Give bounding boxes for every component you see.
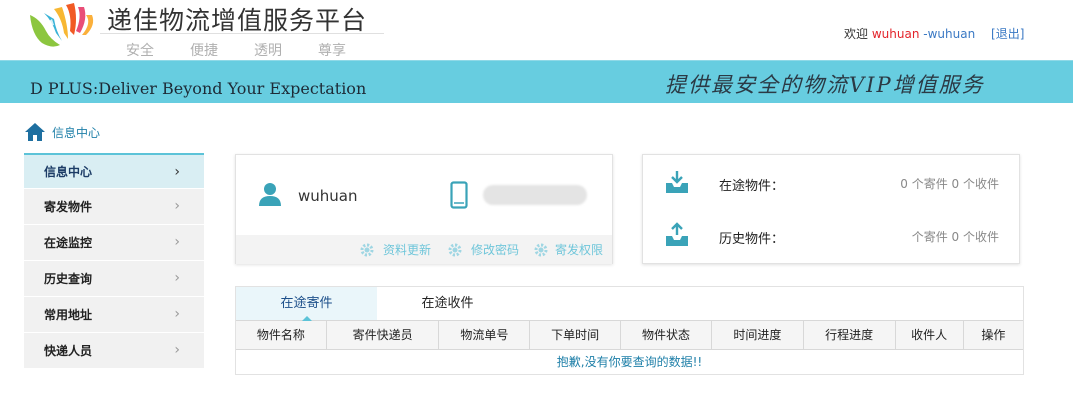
sidebar-item-history[interactable]: 历史查询 › (24, 261, 204, 297)
banner-tagline: D PLUS:Deliver Beyond Your Expectation (30, 79, 367, 98)
tab-in-transit-received[interactable]: 在途收件 (377, 287, 518, 320)
logout-link[interactable]: [退出] (991, 27, 1024, 41)
user-area: 欢迎 wuhuan -wuhuan [退出] (844, 25, 1024, 42)
gear-icon (360, 243, 374, 256)
column-header: 下单时间 (530, 321, 622, 350)
welcome-text: 欢迎 (844, 27, 869, 41)
user-card: wuhuan 资料更新 修改密码 寄发权限 (235, 154, 613, 264)
tab-bar: 在途寄件 在途收件 (236, 287, 1023, 321)
phone-number-redacted (483, 185, 587, 205)
sidebar-item-label: 信息中心 (44, 165, 93, 179)
sidebar-item-info-center[interactable]: 信息中心 › (24, 153, 204, 189)
home-icon[interactable] (24, 122, 46, 142)
slogan-transparent: 透明 (254, 43, 282, 59)
history-row[interactable]: 历史物件： 个寄件 0 个收件 (643, 210, 1019, 265)
gear-icon (448, 243, 462, 256)
inbox-upload-icon (666, 222, 688, 246)
profile-update-label: 资料更新 (383, 243, 432, 257)
send-permission-link[interactable]: 寄发权限 (533, 241, 603, 258)
sidebar-item-label: 寄发物件 (44, 200, 93, 214)
user-icon (259, 183, 281, 206)
column-header: 收件人 (896, 321, 964, 350)
chevron-right-icon: › (174, 342, 180, 358)
change-password-label: 修改密码 (471, 243, 520, 257)
send-permission-label: 寄发权限 (555, 243, 604, 257)
sidebar-item-transit-monitor[interactable]: 在途监控 › (24, 225, 204, 261)
user-card-name: wuhuan (298, 187, 358, 205)
chevron-right-icon: › (174, 270, 180, 286)
chevron-right-icon: › (174, 234, 180, 250)
sidebar-item-send-package[interactable]: 寄发物件 › (24, 189, 204, 225)
chevron-right-icon: › (174, 198, 180, 214)
inbox-download-icon (666, 171, 688, 193)
change-password-link[interactable]: 修改密码 (447, 241, 519, 258)
table-header: 物件名称 寄件快递员 物流单号 下单时间 物件状态 时间进度 行程进度 收件人 … (236, 321, 1023, 350)
slogan-safe: 安全 (126, 43, 154, 59)
user-info-row: wuhuan (236, 155, 612, 235)
in-transit-row[interactable]: 在途物件： 0 个寄件 0 个收件 (643, 155, 1019, 210)
chevron-right-icon: › (174, 306, 180, 322)
empty-table-message: 抱歉,没有你要查询的数据!! (556, 355, 703, 369)
username: wuhuan (871, 27, 920, 41)
username-suffix: -wuhuan (923, 27, 976, 41)
history-value: 个寄件 0 个收件 (911, 230, 999, 244)
sidebar-item-label: 常用地址 (44, 308, 93, 322)
sidebar-item-addresses[interactable]: 常用地址 › (24, 297, 204, 333)
in-transit-label: 在途物件： (719, 179, 785, 194)
history-label: 历史物件： (719, 232, 785, 247)
column-header: 物件状态 (621, 321, 712, 350)
title-divider (100, 33, 384, 34)
breadcrumb: 信息中心 (24, 122, 100, 142)
gear-icon (534, 243, 548, 256)
sidebar-item-couriers[interactable]: 快递人员 › (24, 333, 204, 369)
chevron-right-icon: › (174, 164, 180, 180)
profile-update-link[interactable]: 资料更新 (359, 241, 431, 258)
header: 递佳物流增值服务平台 安全 便捷 透明 尊享 欢迎 wuhuan -wuhuan… (0, 0, 1073, 60)
column-header: 行程进度 (804, 321, 896, 350)
column-header: 物流单号 (439, 321, 531, 350)
column-header: 时间进度 (712, 321, 804, 350)
breadcrumb-current[interactable]: 信息中心 (52, 124, 100, 141)
slogan-row: 安全 便捷 透明 尊享 (126, 40, 382, 60)
phone-icon (450, 181, 468, 209)
in-transit-value: 0 个寄件 0 个收件 (900, 177, 999, 191)
stats-card: 在途物件： 0 个寄件 0 个收件 历史物件： 个寄件 0 个收件 (642, 154, 1020, 264)
column-header: 物件名称 (236, 321, 327, 350)
slogan-convenient: 便捷 (190, 43, 218, 59)
user-card-footer: 资料更新 修改密码 寄发权限 (236, 235, 612, 264)
shipment-table-panel: 在途寄件 在途收件 物件名称 寄件快递员 物流单号 下单时间 物件状态 时间进度… (235, 286, 1024, 375)
column-header: 寄件快递员 (327, 321, 440, 350)
banner-slogan: 提供最安全的物流VIP增值服务 (665, 73, 985, 97)
banner: D PLUS:Deliver Beyond Your Expectation 提… (0, 60, 1073, 103)
logo-hand-icon (30, 3, 94, 47)
sidebar: 信息中心 › 寄发物件 › 在途监控 › 历史查询 › 常用地址 › 快递人员 … (24, 153, 204, 369)
sidebar-item-label: 在途监控 (44, 236, 93, 250)
sidebar-item-label: 快递人员 (44, 344, 93, 358)
column-header: 操作 (981, 328, 1006, 342)
sidebar-item-label: 历史查询 (44, 272, 93, 286)
tab-in-transit-sent[interactable]: 在途寄件 (236, 287, 377, 321)
site-title: 递佳物流增值服务平台 (107, 6, 368, 35)
slogan-premium: 尊享 (318, 43, 346, 59)
